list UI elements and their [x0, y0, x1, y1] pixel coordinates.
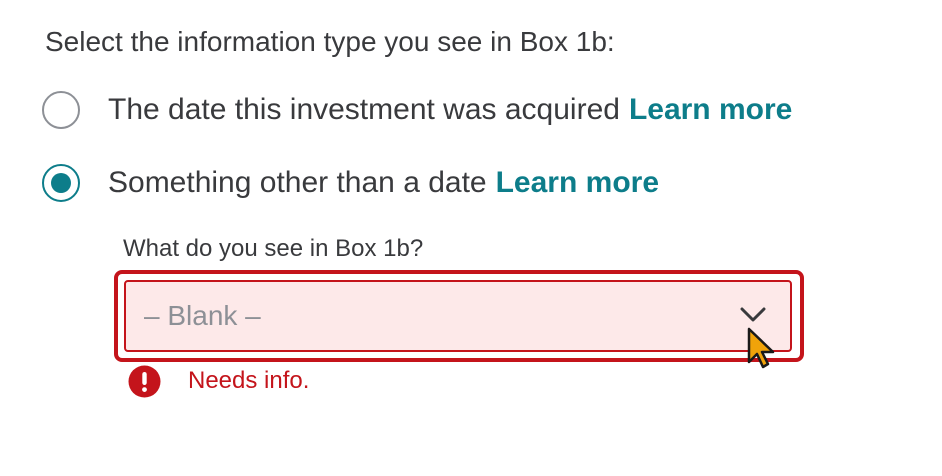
option-other-than-date[interactable]: Something other than a date Learn more	[42, 161, 659, 205]
option-text: Something other than a date	[108, 166, 487, 199]
box-1b-dropdown[interactable]: – Blank –	[124, 280, 792, 352]
error-message: Needs info.	[188, 367, 310, 394]
option-text: The date this investment was acquired	[108, 93, 620, 126]
dropdown-label: What do you see in Box 1b?	[123, 235, 424, 262]
error-message-row: Needs info.	[128, 363, 309, 399]
radio-button-unchecked[interactable]	[42, 91, 80, 129]
chevron-down-icon[interactable]	[740, 307, 766, 323]
exclamation-circle-icon	[128, 365, 161, 397]
radio-button-checked[interactable]	[42, 164, 80, 202]
option-label-date-acquired: The date this investment was acquired Lea…	[108, 90, 792, 130]
question-heading: Select the information type you see in B…	[45, 26, 615, 57]
option-date-acquired[interactable]: The date this investment was acquired Lea…	[42, 88, 792, 132]
option-label-other-than-date: Something other than a date Learn more	[108, 163, 659, 203]
learn-more-link[interactable]: Learn more	[629, 93, 792, 126]
dropdown-selected-value: – Blank –	[144, 300, 261, 331]
mouse-pointer-icon	[747, 327, 775, 369]
learn-more-link[interactable]: Learn more	[496, 166, 659, 199]
